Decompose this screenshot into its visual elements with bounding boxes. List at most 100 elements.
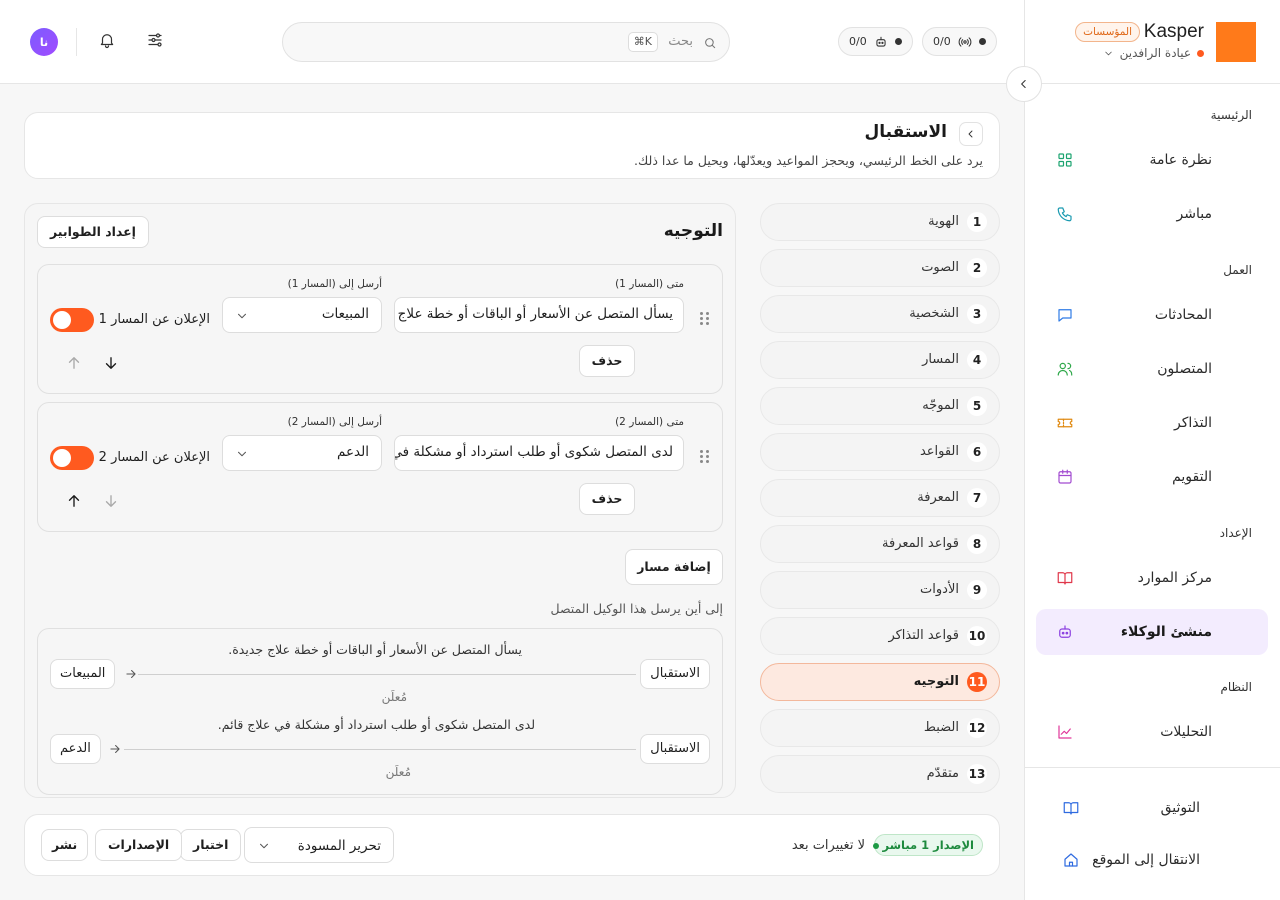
- nav-section-setup: الإعداد: [1219, 526, 1252, 540]
- step-1[interactable]: 1 الهوية: [760, 203, 1000, 241]
- sidebar-item-go-site[interactable]: الانتقال إلى الموقع: [1036, 837, 1268, 883]
- announce-toggle[interactable]: [50, 308, 94, 332]
- step-10[interactable]: 10 قواعد التذاكر: [760, 617, 1000, 655]
- step-number: 6: [967, 442, 987, 462]
- user-avatar[interactable]: نا: [30, 28, 58, 56]
- step-label: الهوية: [928, 214, 959, 229]
- live-version-badge: الإصدار 1 مباشر: [873, 834, 983, 856]
- step-label: الضبط: [923, 720, 959, 735]
- step-label: الموجّه: [922, 398, 959, 413]
- summary-target-node: المبيعات: [50, 659, 116, 689]
- selected-value: تحرير المسودة: [297, 838, 381, 854]
- sidebar-item-analytics[interactable]: التحليلات: [1036, 709, 1268, 755]
- step-11[interactable]: 11 التوجيه: [760, 663, 1000, 701]
- sidebar-item-docs[interactable]: التوثيق: [1036, 785, 1268, 831]
- versions-button[interactable]: الإصدارات: [95, 829, 183, 861]
- step-5[interactable]: 5 الموجّه: [760, 387, 1000, 425]
- route-destination-select[interactable]: المبيعات: [222, 297, 382, 333]
- chevron-down-icon: [1104, 51, 1112, 55]
- route-condition-input[interactable]: لدى المتصل شكوى أو طلب استرداد أو مشكلة …: [394, 435, 684, 471]
- drag-handle-icon[interactable]: [700, 312, 710, 326]
- step-7[interactable]: 7 المعرفة: [760, 479, 1000, 517]
- sidebar-item-callers[interactable]: المتصلون: [1036, 346, 1268, 392]
- grid-icon: [1058, 153, 1072, 167]
- arrow-down-icon[interactable]: [102, 354, 120, 372]
- bot-icon: [876, 36, 886, 47]
- sidebar-item-agent-builder[interactable]: منشئ الوكلاء: [1036, 609, 1268, 655]
- page-title: الاستقبال: [864, 122, 947, 142]
- org-status-dot: [1197, 49, 1204, 57]
- summary-target-node: الدعم: [50, 734, 101, 764]
- sidebar-item-label: التقويم: [1172, 469, 1212, 485]
- back-button[interactable]: [959, 122, 983, 146]
- announce-toggle[interactable]: [50, 446, 94, 470]
- arrow-up-icon[interactable]: [65, 492, 83, 510]
- sidebar-item-calendar[interactable]: التقويم: [1036, 454, 1268, 500]
- step-label: التوجيه: [913, 674, 959, 689]
- routing-panel: التوجيه إعداد الطوابير متى (المسار 1) أر…: [24, 203, 736, 798]
- sidebar-item-tickets[interactable]: التذاكر: [1036, 400, 1268, 446]
- route-card-1: متى (المسار 1) أرسل إلى (المسار 1) يسأل …: [37, 264, 723, 394]
- phone-icon: [1057, 207, 1072, 222]
- step-6[interactable]: 6 القواعد: [760, 433, 1000, 471]
- publish-button[interactable]: نشر: [41, 829, 89, 861]
- drag-handle-icon[interactable]: [700, 450, 710, 464]
- arrow-down-icon[interactable]: [102, 492, 120, 510]
- chevron-left-icon: [968, 130, 973, 138]
- step-13[interactable]: 13 متقدّم: [760, 755, 1000, 793]
- edit-draft-select[interactable]: تحرير المسودة: [244, 827, 394, 863]
- selected-value: المبيعات: [321, 306, 369, 322]
- step-number: 9: [967, 580, 987, 600]
- topbar-divider: [76, 28, 77, 56]
- brand-block: Kasper المؤسسات عيادة الرافدين: [1024, 0, 1280, 84]
- routes-summary-caption: إلى أين يرسل هذا الوكيل المتصل: [550, 601, 724, 616]
- sidebar-divider: [1024, 767, 1280, 768]
- step-9[interactable]: 9 الأدوات: [760, 571, 1000, 609]
- active-bots-count: 0/0: [849, 35, 867, 48]
- configure-queues-button[interactable]: إعداد الطوابير: [37, 216, 149, 248]
- sidebar-item-label: التوثيق: [1160, 800, 1200, 816]
- calendar-icon: [1058, 469, 1072, 484]
- brand-logo[interactable]: [1216, 22, 1256, 62]
- sidebar-item-label: نظرة عامة: [1149, 152, 1212, 168]
- step-label: المعرفة: [917, 490, 959, 505]
- search-bar[interactable]: بحث ⌘K: [282, 22, 730, 62]
- send-to-label: أرسل إلى (المسار 2): [287, 416, 382, 428]
- test-button[interactable]: اختبار: [180, 829, 242, 861]
- search-input[interactable]: بحث: [668, 34, 693, 49]
- step-label: الأدوات: [920, 582, 959, 597]
- delete-route-button[interactable]: حذف: [579, 345, 635, 377]
- add-route-button[interactable]: إضافة مسار: [625, 549, 723, 585]
- active-bots-pill[interactable]: 0/0: [838, 27, 913, 56]
- step-number: 1: [967, 212, 987, 232]
- step-12[interactable]: 12 الضبط: [760, 709, 1000, 747]
- sidebar-item-resources[interactable]: مركز الموارد: [1036, 555, 1268, 601]
- step-label: قواعد التذاكر: [888, 628, 959, 643]
- summary-connector: [124, 749, 636, 750]
- org-switcher[interactable]: عيادة الرافدين: [1103, 46, 1204, 60]
- sidebar-item-label: منشئ الوكلاء: [1120, 624, 1212, 640]
- ticket-icon: [1057, 418, 1073, 428]
- step-2[interactable]: 2 الصوت: [760, 249, 1000, 287]
- sidebar-item-label: التذاكر: [1173, 415, 1212, 431]
- bell-icon[interactable]: [98, 31, 116, 49]
- route-condition-input[interactable]: يسأل المتصل عن الأسعار أو الباقات أو خطة…: [394, 297, 684, 333]
- step-8[interactable]: 8 قواعد المعرفة: [760, 525, 1000, 563]
- route-destination-select[interactable]: الدعم: [222, 435, 382, 471]
- changes-status: لا تغييرات بعد: [791, 838, 865, 853]
- sidebar-item-label: الانتقال إلى الموقع: [1092, 852, 1200, 868]
- summary-status: مُعلَن: [381, 690, 407, 704]
- step-3[interactable]: 3 الشخصية: [760, 295, 1000, 333]
- delete-route-button[interactable]: حذف: [579, 483, 635, 515]
- live-calls-count: 0/0: [933, 35, 951, 48]
- sidebar-item-overview[interactable]: نظرة عامة: [1036, 137, 1268, 183]
- sidebar-item-conversations[interactable]: المحادثات: [1036, 292, 1268, 338]
- step-4[interactable]: 4 المسار: [760, 341, 1000, 379]
- live-calls-pill[interactable]: 0/0: [922, 27, 997, 56]
- sidebar-collapse-button[interactable]: [1006, 66, 1042, 102]
- sidebar-item-live[interactable]: مباشر: [1036, 191, 1268, 237]
- arrow-up-icon[interactable]: [65, 354, 83, 372]
- sliders-icon[interactable]: [146, 31, 164, 49]
- step-number: 11: [967, 672, 987, 692]
- step-label: القواعد: [919, 444, 959, 459]
